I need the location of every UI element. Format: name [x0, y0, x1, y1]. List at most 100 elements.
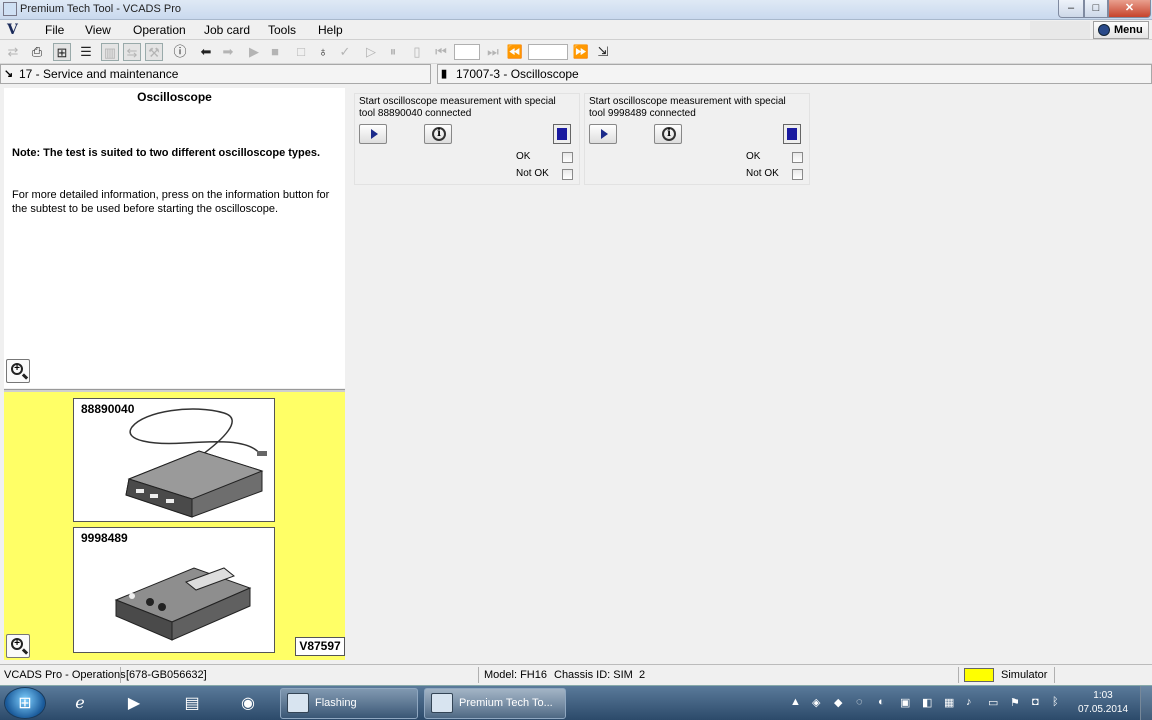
first-page-icon[interactable]: ⏮ [432, 43, 450, 61]
subtest-1-description: Start oscilloscope measurement with spec… [359, 96, 556, 119]
bars-icon[interactable]: ▥ [101, 43, 119, 61]
tray-arrow-icon[interactable]: ▲ [790, 696, 801, 708]
tray-sync-icon[interactable]: ◌ [856, 696, 863, 708]
export-icon[interactable]: ⇲ [594, 43, 612, 61]
fast-forward-icon[interactable]: ⏩ [572, 43, 590, 61]
compare-icon[interactable]: ⇆ [123, 43, 141, 61]
tool-2-label: 9998489 [81, 531, 128, 545]
tray-app-icon[interactable]: ◐ [878, 696, 885, 708]
subtest-1-not-ok-label: Not OK [516, 168, 549, 179]
arrows-icon[interactable]: ⇄ [4, 43, 22, 61]
menu-tools[interactable]: Tools [268, 23, 296, 37]
menu-help[interactable]: Help [318, 23, 343, 37]
tray-volume-icon[interactable]: ♪ [966, 696, 972, 708]
file-explorer-icon[interactable]: ▤ [170, 688, 214, 719]
start-subtest-2-button[interactable] [589, 124, 617, 144]
show-desktop-button[interactable] [1140, 686, 1152, 720]
breadcrumb-left: ↘ 17 - Service and maintenance [0, 64, 431, 84]
minimize-button[interactable]: – [1058, 0, 1084, 18]
zoom-in-icon: + [11, 363, 23, 375]
zoom-handle [21, 648, 29, 655]
tray-app-icon[interactable]: ▦ [944, 696, 954, 709]
tray-app-icon[interactable]: ▣ [900, 696, 910, 709]
menu-file[interactable]: File [45, 23, 64, 37]
zoom-in-icon: + [11, 638, 23, 650]
media-player-icon[interactable]: ▶ [112, 688, 156, 719]
subtest-1-ok-checkbox[interactable] [562, 152, 573, 163]
taskbar-item-premium-tech-tool[interactable]: Premium Tech To... [424, 688, 566, 719]
subtest-1-ok-label: OK [516, 151, 531, 162]
pause-icon[interactable]: ⏸ [384, 43, 402, 61]
tray-app-icon[interactable]: ◈ [812, 696, 820, 709]
maximize-button[interactable]: □ [1084, 0, 1108, 18]
menu-job-card[interactable]: Job card [204, 23, 250, 37]
status-separator [120, 667, 121, 683]
subtest-1-not-ok-checkbox[interactable] [562, 169, 573, 180]
info-icon[interactable]: ⓘ [171, 43, 189, 61]
taskbar-clock[interactable]: 1:03 07.05.2014 [1070, 689, 1136, 717]
next-icon[interactable]: ⏭ [484, 43, 502, 61]
stop-subtest-1-button[interactable] [553, 124, 571, 144]
chart-icon: ▮ [441, 68, 448, 80]
stop-icon[interactable]: ■ [266, 43, 284, 61]
status-id: [678-GB056632] [126, 669, 207, 681]
subtest-2-description: Start oscilloscope measurement with spec… [589, 96, 786, 119]
tray-display-icon[interactable]: ▭ [988, 696, 998, 709]
first-icon[interactable]: ▯ [408, 43, 426, 61]
info-subtest-2-button[interactable]: i [654, 124, 682, 144]
subtest-2-ok-checkbox[interactable] [792, 152, 803, 163]
reference-label: V87597 [295, 637, 345, 656]
arrow-icon: ↘ [4, 68, 14, 80]
taskbar-item-flashing[interactable]: Flashing [280, 688, 418, 719]
page-field[interactable] [454, 44, 480, 60]
menu-operation[interactable]: Operation [133, 23, 186, 37]
internet-explorer-icon[interactable]: ℯ [58, 688, 102, 719]
tray-app-icon[interactable]: ◆ [834, 696, 842, 709]
zoom-button-info[interactable]: + [6, 359, 30, 383]
menu-button[interactable]: Menu [1093, 21, 1149, 39]
rewind-icon[interactable]: ⏪ [506, 43, 524, 61]
info-subtest-1-button[interactable]: i [424, 124, 452, 144]
back-arrow-icon[interactable]: ⬅ [197, 43, 215, 61]
tray-app-icon[interactable]: ◧ [922, 696, 932, 709]
subtest-2-ok-label: OK [746, 151, 761, 162]
subtest-2-not-ok-checkbox[interactable] [792, 169, 803, 180]
close-button[interactable]: ✕ [1108, 0, 1151, 18]
lightbulb-icon[interactable]: ♁ [314, 43, 332, 61]
play-icon[interactable]: ▶ [245, 43, 263, 61]
forward-arrow-icon[interactable]: ➡ [219, 43, 237, 61]
list-icon[interactable]: ☰ [77, 43, 95, 61]
globe-icon [1098, 24, 1110, 36]
tray-app-icon[interactable]: ◘ [1032, 696, 1039, 708]
step-icon[interactable]: ▷ [362, 43, 380, 61]
menu-view[interactable]: View [85, 23, 111, 37]
subtest-2: Start oscilloscope measurement with spec… [584, 93, 810, 185]
context-right-label: 17007-3 - Oscilloscope [456, 67, 579, 81]
info-note: Note: The test is suited to two differen… [12, 147, 321, 159]
tray-flag-icon[interactable]: ⚑ [1010, 696, 1020, 709]
wrench-icon[interactable]: ⚒ [145, 43, 163, 61]
check-icon[interactable]: ✓ [336, 43, 354, 61]
tool-card-1: 88890040 [73, 398, 275, 522]
tree-icon[interactable]: ⊞ [53, 43, 71, 61]
tray-bluetooth-icon[interactable]: ᛒ [1052, 696, 1059, 708]
start-subtest-1-button[interactable] [359, 124, 387, 144]
windows-start-button[interactable]: ⊞ [4, 687, 46, 719]
blank-icon[interactable]: □ [292, 43, 310, 61]
breadcrumb-right: ▮ 17007-3 - Oscilloscope [437, 64, 1152, 84]
clock-time: 1:03 [1093, 690, 1113, 701]
position-field[interactable] [528, 44, 568, 60]
zoom-button-image[interactable]: + [6, 634, 30, 658]
stop-subtest-2-button[interactable] [783, 124, 801, 144]
search-field[interactable] [1030, 21, 1090, 39]
status-simulator: Simulator [1001, 669, 1048, 681]
info-icon: i [432, 127, 446, 141]
menu-bar: V File View Operation Job card Tools Hel… [0, 20, 1152, 40]
stop-icon [557, 128, 567, 140]
zoom-handle [21, 373, 29, 380]
info-heading: Oscilloscope [137, 90, 212, 104]
chrome-icon[interactable]: ◉ [226, 688, 270, 719]
oscilloscope-device-1-icon [125, 408, 267, 518]
print-icon[interactable]: ⎙ [28, 43, 46, 61]
status-bar: VCADS Pro - Operations [678-GB056632] Mo… [0, 664, 1152, 685]
